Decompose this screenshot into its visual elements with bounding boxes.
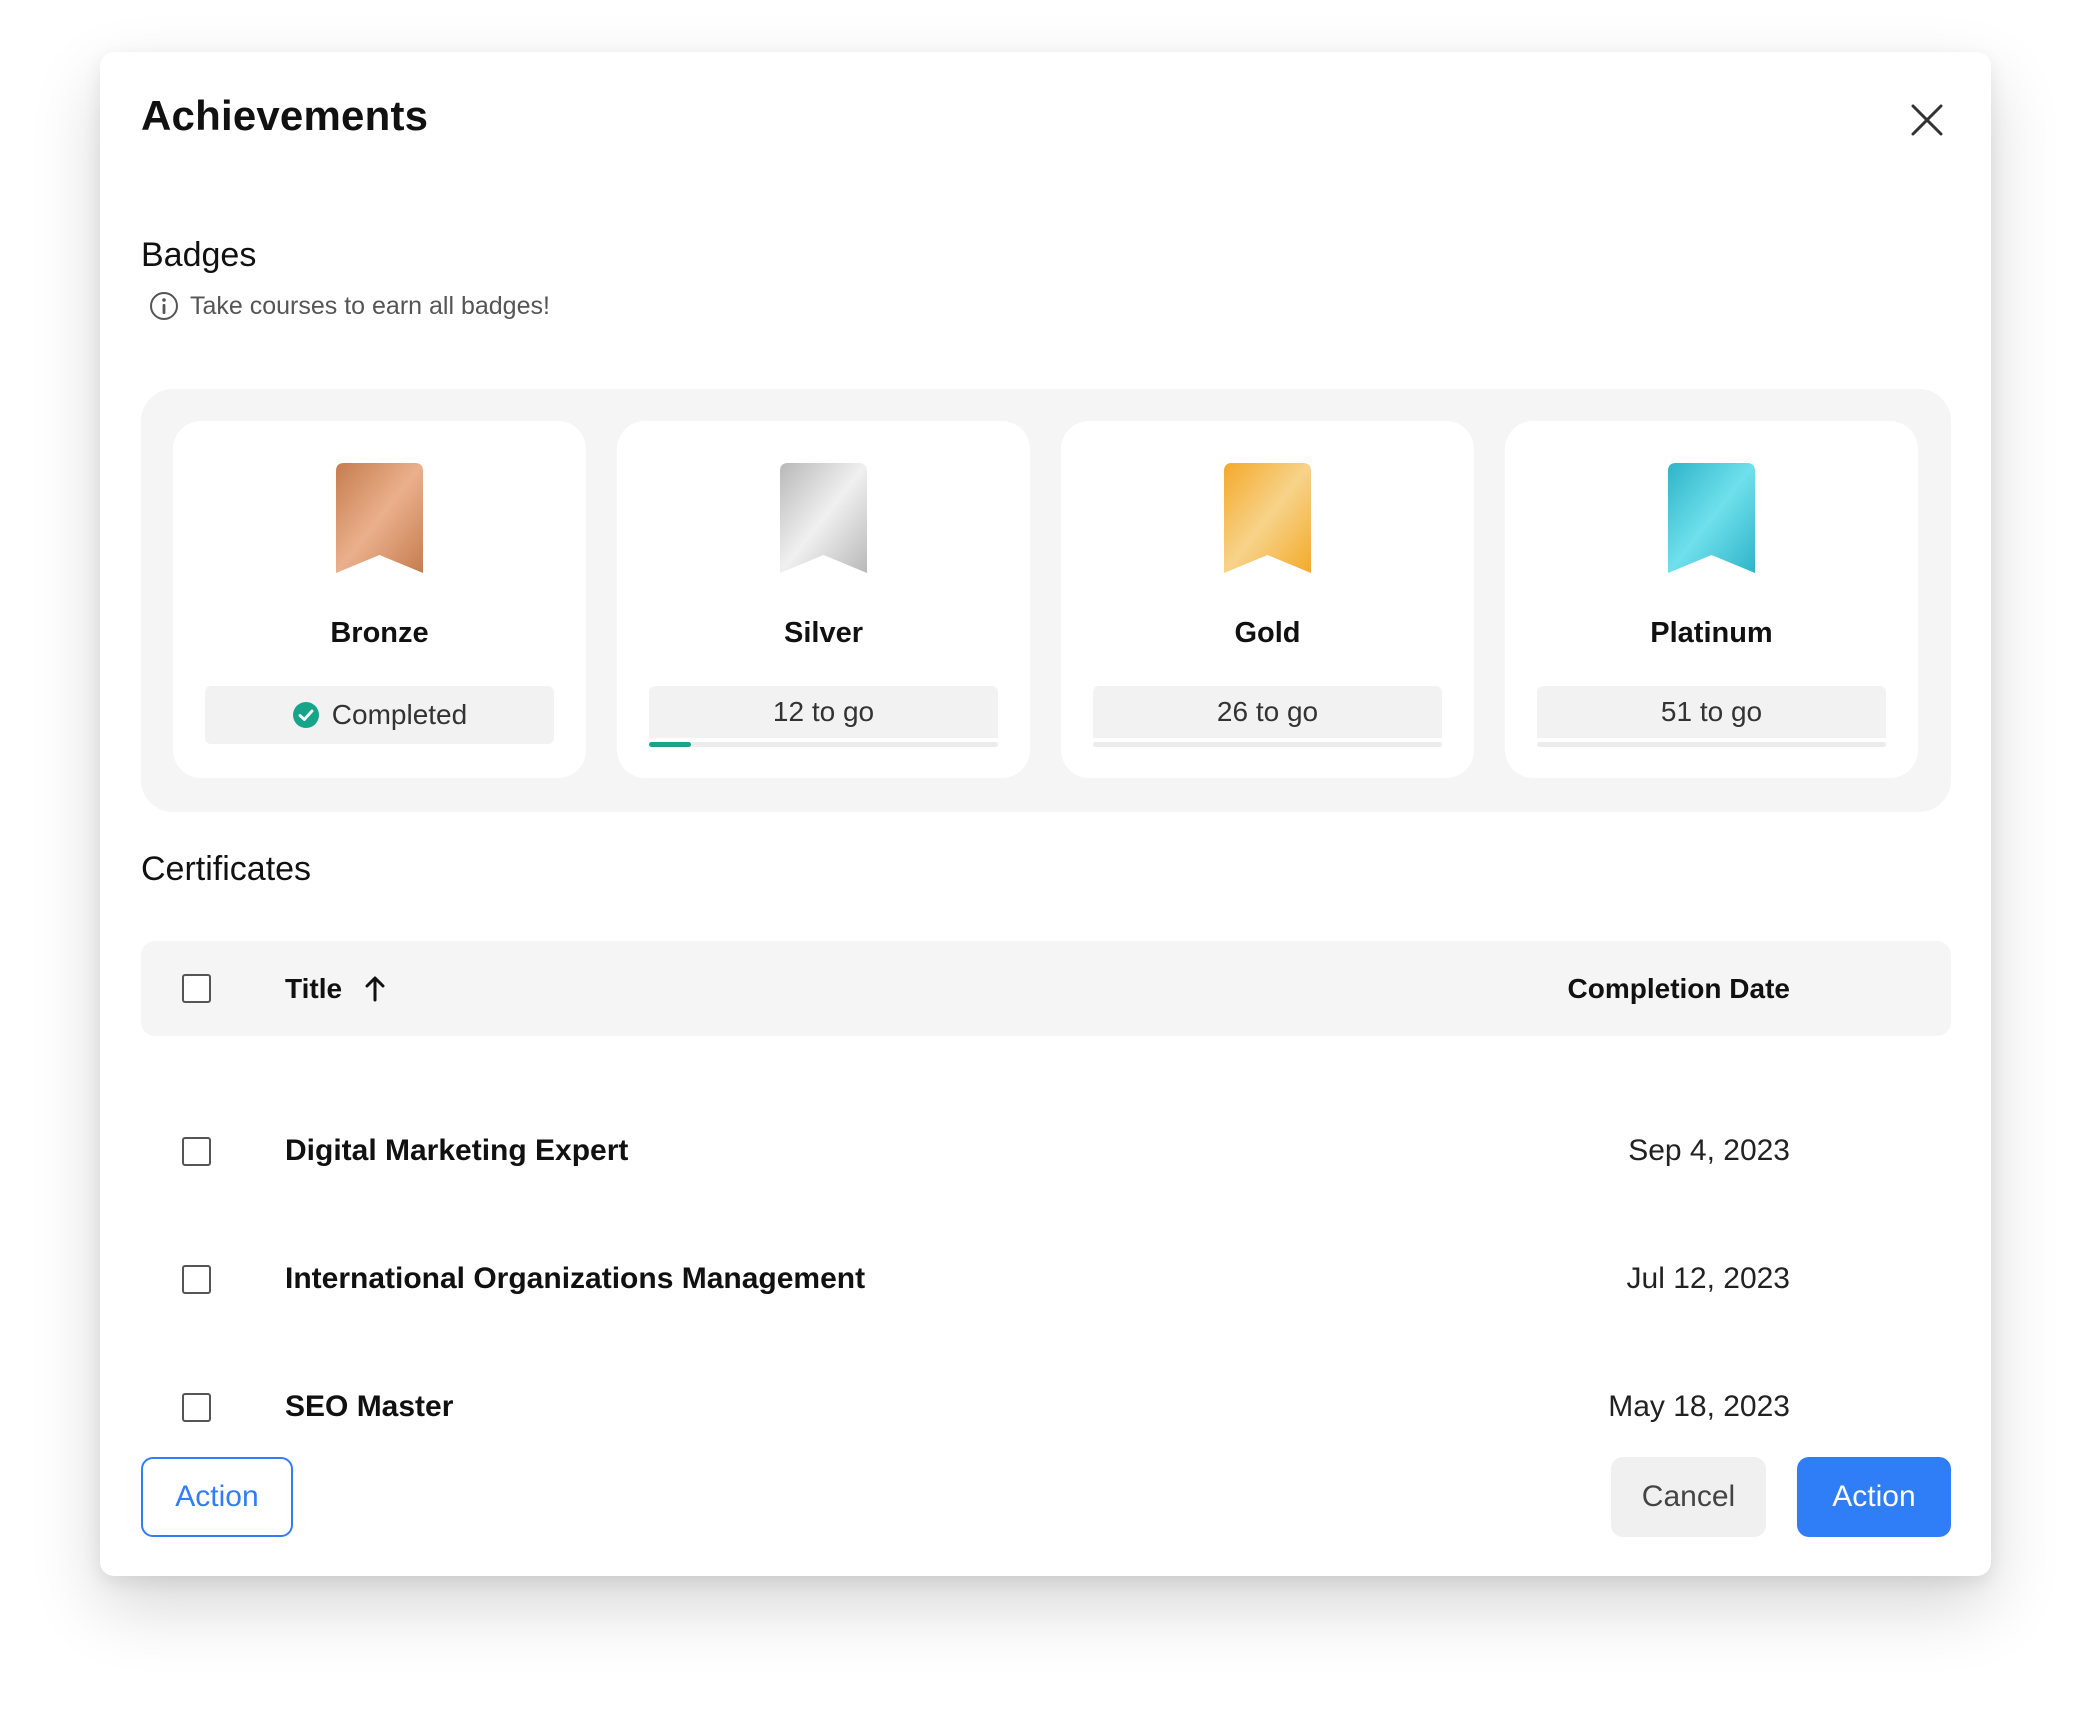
bronze-ribbon-icon	[336, 463, 423, 573]
table-row[interactable]: Digital Marketing Expert Sep 4, 2023	[141, 1101, 1951, 1201]
column-header-title[interactable]: Title	[285, 941, 386, 1036]
column-header-completion-date[interactable]: Completion Date	[1568, 941, 1790, 1036]
badge-status-text: Completed	[331, 699, 468, 730]
certificate-date: May 18, 2023	[1608, 1390, 1790, 1423]
certificate-date: Sep 4, 2023	[1628, 1134, 1790, 1167]
primary-action-button[interactable]: Action	[1797, 1457, 1951, 1537]
badge-status-completed: Completed	[205, 686, 554, 744]
badge-card-gold: Gold 26 to go	[1061, 421, 1474, 778]
badge-card-silver: Silver 12 to go	[617, 421, 1030, 778]
secondary-action-button[interactable]: Action	[141, 1457, 293, 1537]
close-icon	[1911, 104, 1943, 136]
badges-panel: Bronze Completed Silver 12 to go Gold 26…	[141, 389, 1951, 812]
info-icon	[150, 292, 178, 320]
badge-card-platinum: Platinum 51 to go	[1505, 421, 1918, 778]
silver-ribbon-icon	[780, 463, 867, 573]
badge-progress: 51 to go	[1537, 686, 1886, 748]
row-checkbox[interactable]	[182, 1265, 211, 1294]
progress-fill	[649, 742, 691, 747]
badge-name: Gold	[1234, 617, 1301, 649]
badges-heading: Badges	[141, 236, 257, 274]
badge-progress: 26 to go	[1093, 686, 1442, 748]
platinum-ribbon-icon	[1668, 463, 1755, 573]
badge-status-text: 12 to go	[649, 686, 998, 738]
row-checkbox[interactable]	[182, 1393, 211, 1422]
achievements-dialog: Achievements Badges Take courses to earn…	[100, 52, 1991, 1576]
certificate-title: Digital Marketing Expert	[285, 1134, 629, 1167]
certificate-title: International Organizations Management	[285, 1262, 866, 1295]
badge-status-text: 51 to go	[1537, 686, 1886, 738]
badge-name: Bronze	[330, 617, 429, 649]
table-row[interactable]: SEO Master May 18, 2023	[141, 1357, 1951, 1457]
badge-progress: 12 to go	[649, 686, 998, 748]
row-checkbox[interactable]	[182, 1137, 211, 1166]
gold-ribbon-icon	[1224, 463, 1311, 573]
badge-status-text: 26 to go	[1093, 686, 1442, 738]
table-row[interactable]: International Organizations Management J…	[141, 1229, 1951, 1329]
column-title-label: Title	[285, 972, 343, 1004]
progress-track	[1093, 742, 1442, 747]
badge-name: Platinum	[1650, 617, 1773, 649]
badges-hint: Take courses to earn all badges!	[148, 290, 550, 322]
certificate-date: Jul 12, 2023	[1626, 1262, 1790, 1295]
badge-card-bronze: Bronze Completed	[173, 421, 586, 778]
select-all-checkbox[interactable]	[182, 974, 211, 1003]
certificates-table-header: Title Completion Date	[141, 941, 1951, 1036]
progress-track	[649, 742, 998, 747]
dialog-title: Achievements	[141, 92, 429, 139]
certificates-heading: Certificates	[141, 850, 312, 888]
check-circle-icon	[292, 702, 319, 728]
badges-hint-text: Take courses to earn all badges!	[190, 291, 550, 320]
badge-name: Silver	[784, 617, 863, 649]
cancel-button[interactable]: Cancel	[1611, 1457, 1766, 1537]
sort-ascending-icon	[365, 976, 385, 1001]
certificate-title: SEO Master	[285, 1390, 454, 1423]
close-button[interactable]	[1905, 98, 1949, 142]
progress-track	[1537, 742, 1886, 747]
